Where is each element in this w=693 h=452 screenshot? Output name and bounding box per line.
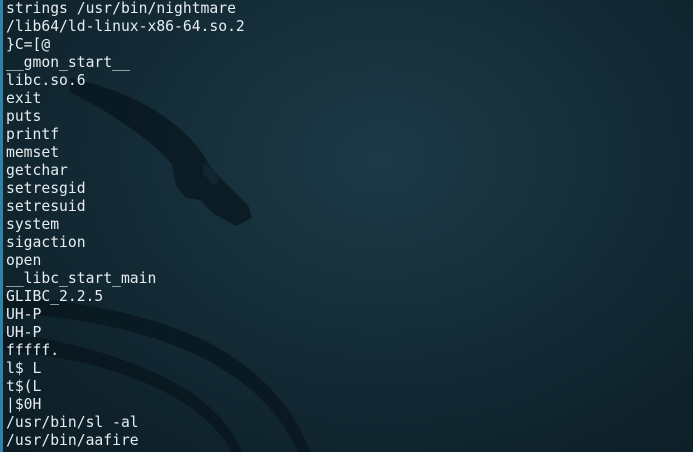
output-line: libc.so.6	[6, 72, 86, 89]
output-line: printf	[6, 126, 60, 143]
terminal-output: strings /usr/bin/nightmare/lib64/ld-linu…	[6, 0, 245, 450]
output-line: GLIBC_2.2.5	[6, 288, 104, 305]
output-line: t$(L	[6, 378, 42, 395]
output-line: l$ L	[6, 360, 42, 377]
output-line: }C=[@	[6, 36, 51, 53]
window-left-border	[0, 0, 3, 452]
output-line: fffff.	[6, 342, 60, 359]
output-line: memset	[6, 144, 60, 161]
output-line: __gmon_start__	[6, 54, 130, 71]
output-line: /usr/bin/sl -al	[6, 414, 139, 431]
output-line: setresuid	[6, 198, 86, 215]
output-line: UH-P	[6, 324, 42, 341]
output-line: sigaction	[6, 234, 86, 251]
output-line: open	[6, 252, 42, 269]
output-line: __libc_start_main	[6, 270, 157, 287]
output-line: setresgid	[6, 180, 86, 197]
output-line: puts	[6, 108, 42, 125]
output-line: system	[6, 216, 60, 233]
output-line: UH-P	[6, 306, 42, 323]
output-line: |$0H	[6, 396, 42, 413]
output-line: /usr/bin/aafire	[6, 432, 139, 449]
command-line: strings /usr/bin/nightmare	[6, 0, 236, 17]
terminal-window[interactable]: strings /usr/bin/nightmare/lib64/ld-linu…	[0, 0, 693, 452]
output-line: getchar	[6, 162, 68, 179]
output-line: exit	[6, 90, 42, 107]
output-line: /lib64/ld-linux-x86-64.so.2	[6, 18, 245, 35]
